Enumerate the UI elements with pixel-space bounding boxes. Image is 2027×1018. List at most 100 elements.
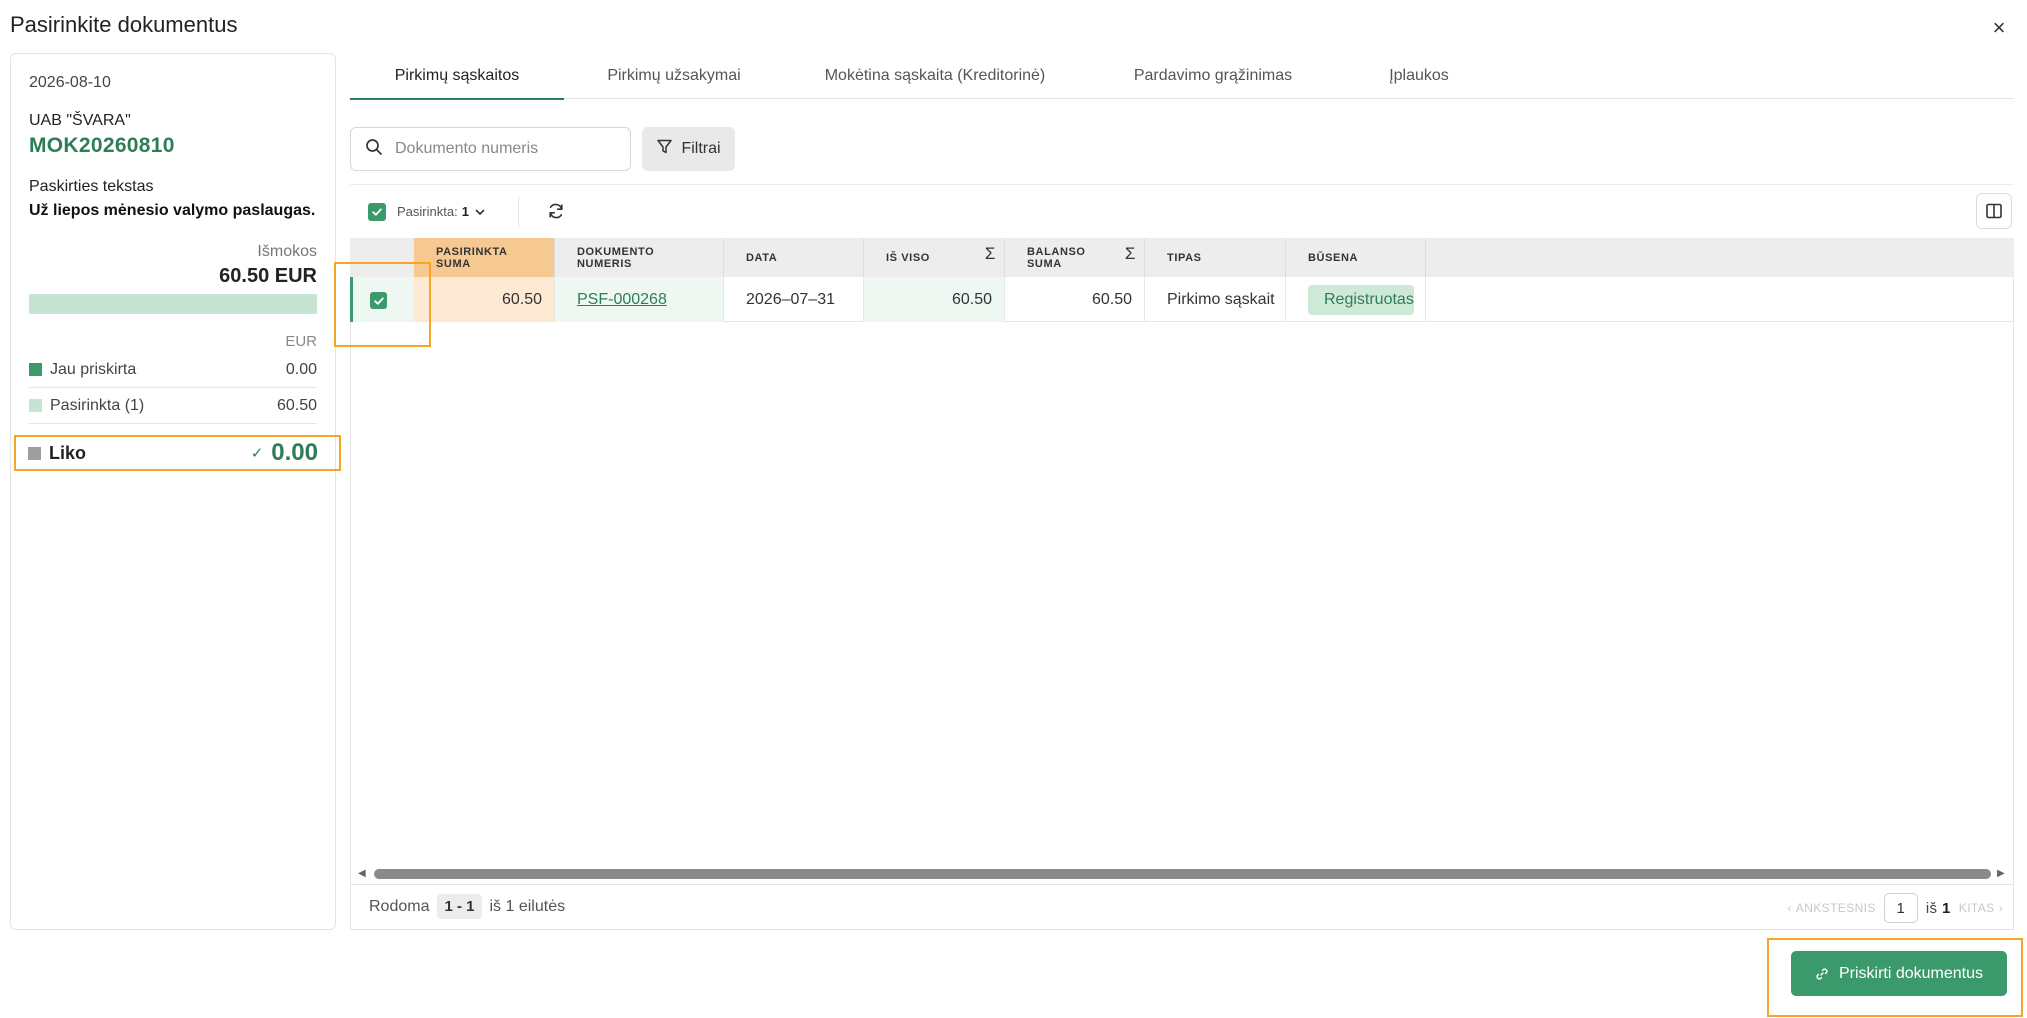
checkmark-icon bbox=[372, 208, 382, 216]
rows-total-label: iš 1 eilutės bbox=[489, 897, 566, 915]
close-icon: × bbox=[1992, 15, 2006, 40]
tab-label: Mokėtina sąskaita (Kreditorinė) bbox=[824, 67, 1046, 84]
remaining-value: 0.00 bbox=[271, 439, 318, 466]
modal-title: Pasirinkite dokumentus bbox=[10, 12, 238, 37]
payment-summary-panel: 2026-08-10 UAB "ŠVARA" MOK20260810 Paski… bbox=[10, 53, 336, 930]
header-label: DATA bbox=[746, 251, 778, 264]
tab-label: Pardavimo grąžinimas bbox=[1133, 67, 1293, 84]
header-total[interactable]: IŠ VISO Σ bbox=[864, 238, 1005, 277]
allocation-bar bbox=[29, 294, 317, 314]
purpose-label: Paskirties tekstas bbox=[29, 178, 154, 195]
scroll-right-arrow[interactable]: ▶ bbox=[1997, 868, 2005, 879]
tab-label: Pirkimų užsakymai bbox=[607, 67, 741, 84]
tab-sales-returns[interactable]: Pardavimo grąžinimas bbox=[1086, 53, 1340, 99]
range-badge: 1 - 1 bbox=[437, 894, 482, 919]
purpose-text: Už liepos mėnesio valymo paslaugas. bbox=[29, 202, 316, 219]
tab-receipts[interactable]: Įplaukos bbox=[1340, 53, 1498, 99]
selection-count: 1 bbox=[461, 204, 469, 219]
header-label: BALANSO SUMA bbox=[1027, 245, 1086, 270]
payout-label: Išmokos bbox=[257, 243, 317, 260]
header-balance[interactable]: BALANSO SUMA Σ bbox=[1005, 238, 1145, 277]
payment-doc-number: MOK20260810 bbox=[29, 134, 175, 157]
header-selected-sum[interactable]: PASIRINKTA SUMA bbox=[414, 238, 555, 277]
select-all-checkbox[interactable] bbox=[368, 203, 386, 221]
next-page-button[interactable]: KITAS › bbox=[1959, 901, 2003, 915]
currency-label: EUR bbox=[285, 333, 317, 350]
payout-amount: 60.50 EUR bbox=[219, 265, 317, 287]
page-of-label: iš 1 bbox=[1926, 900, 1951, 917]
company-name: UAB "ŠVARA" bbox=[29, 112, 131, 129]
document-link[interactable]: PSF-000268 bbox=[577, 291, 667, 309]
cell-selected-sum[interactable]: 60.50 bbox=[414, 277, 555, 322]
horizontal-scrollbar[interactable] bbox=[374, 869, 1991, 879]
assigned-value: 0.00 bbox=[285, 360, 317, 378]
columns-icon bbox=[1986, 203, 2002, 219]
assign-button-label: Priskirti dokumentus bbox=[1838, 964, 1984, 982]
showing-label: Rodoma bbox=[369, 897, 430, 915]
assign-documents-button[interactable]: Priskirti dokumentus bbox=[1791, 951, 2007, 996]
footer-divider bbox=[350, 884, 2014, 885]
header-status[interactable]: BŪSENA bbox=[1286, 238, 1426, 277]
scroll-left-arrow[interactable]: ◀ bbox=[358, 868, 366, 879]
check-icon: ✓ bbox=[250, 445, 264, 462]
document-type-tabs: Pirkimų sąskaitos Pirkimų užsakymai Mokė… bbox=[350, 53, 2014, 100]
payment-date: 2026-08-10 bbox=[29, 74, 111, 91]
selected-label: Pasirinkta (1) bbox=[50, 396, 145, 414]
header-label: BŪSENA bbox=[1308, 251, 1359, 264]
remaining-row: Liko ✓ 0.00 bbox=[28, 437, 318, 469]
header-label: DOKUMENTO NUMERIS bbox=[577, 245, 655, 270]
header-doc-number[interactable]: DOKUMENTO NUMERIS bbox=[555, 238, 724, 277]
sum-icon[interactable]: Σ bbox=[1125, 245, 1136, 262]
previous-label: ANKSTESNIS bbox=[1795, 901, 1876, 915]
sum-icon[interactable]: Σ bbox=[985, 245, 996, 262]
refresh-icon bbox=[549, 203, 563, 219]
cell-total: 60.50 bbox=[864, 277, 1005, 322]
filter-icon bbox=[656, 138, 673, 160]
remaining-label: Liko bbox=[49, 442, 87, 463]
tab-payable-invoice[interactable]: Mokėtina sąskaita (Kreditorinė) bbox=[784, 53, 1086, 99]
next-label: KITAS bbox=[1958, 901, 1995, 915]
of-label: iš bbox=[1925, 899, 1938, 917]
selected-row: Pasirinkta (1) 60.50 bbox=[29, 388, 317, 424]
cell-status: Registruotas bbox=[1286, 277, 1426, 322]
selected-legend-swatch bbox=[29, 399, 42, 412]
header-label: PASIRINKTA SUMA bbox=[436, 245, 508, 270]
header-label: TIPAS bbox=[1167, 251, 1202, 264]
search-icon bbox=[365, 138, 383, 161]
assigned-legend-swatch bbox=[29, 363, 42, 376]
row-count-info: Rodoma 1 - 1 iš 1 eilutės bbox=[369, 894, 565, 919]
cell-type: Pirkimo sąskait bbox=[1145, 277, 1286, 322]
pagination: ‹ ANKSTESNIS 1 iš 1 KITAS › bbox=[1787, 893, 2003, 923]
close-button[interactable]: × bbox=[1985, 14, 2013, 42]
header-date[interactable]: DATA bbox=[724, 238, 864, 277]
toolbar-divider bbox=[350, 184, 2014, 185]
chevron-down-icon bbox=[475, 209, 485, 215]
cell-balance: 60.50 bbox=[1005, 277, 1145, 322]
search-box[interactable] bbox=[350, 127, 631, 171]
status-badge: Registruotas bbox=[1308, 284, 1414, 315]
cell-date: 2026–07–31 bbox=[724, 277, 864, 322]
cell-doc-number: PSF-000268 bbox=[555, 277, 724, 322]
column-settings-button[interactable] bbox=[1976, 193, 2012, 229]
tab-label: Įplaukos bbox=[1389, 67, 1449, 84]
assigned-label: Jau priskirta bbox=[50, 360, 137, 378]
chevron-left-icon: ‹ bbox=[1787, 901, 1792, 915]
header-type[interactable]: TIPAS bbox=[1145, 238, 1286, 277]
checkbox-highlight bbox=[334, 262, 431, 347]
remaining-legend-swatch bbox=[28, 446, 41, 460]
filters-button[interactable]: Filtrai bbox=[642, 127, 735, 171]
tab-purchase-invoices[interactable]: Pirkimų sąskaitos bbox=[350, 53, 564, 100]
page-number-input[interactable]: 1 bbox=[1883, 893, 1918, 923]
selected-value: 60.50 bbox=[276, 396, 317, 414]
refresh-button[interactable] bbox=[544, 199, 568, 223]
chevron-right-icon: › bbox=[1998, 901, 2003, 915]
header-label: IŠ VISO bbox=[886, 251, 930, 264]
link-icon bbox=[1816, 967, 1828, 980]
selection-dropdown[interactable]: Pasirinkta: 1 bbox=[397, 204, 487, 219]
previous-page-button[interactable]: ‹ ANKSTESNIS bbox=[1787, 901, 1875, 915]
assigned-row: Jau priskirta 0.00 bbox=[29, 352, 317, 388]
tab-purchase-orders[interactable]: Pirkimų užsakymai bbox=[564, 53, 784, 99]
toolbar-separator bbox=[518, 197, 519, 227]
filters-label: Filtrai bbox=[681, 140, 721, 157]
search-input[interactable] bbox=[395, 140, 615, 158]
